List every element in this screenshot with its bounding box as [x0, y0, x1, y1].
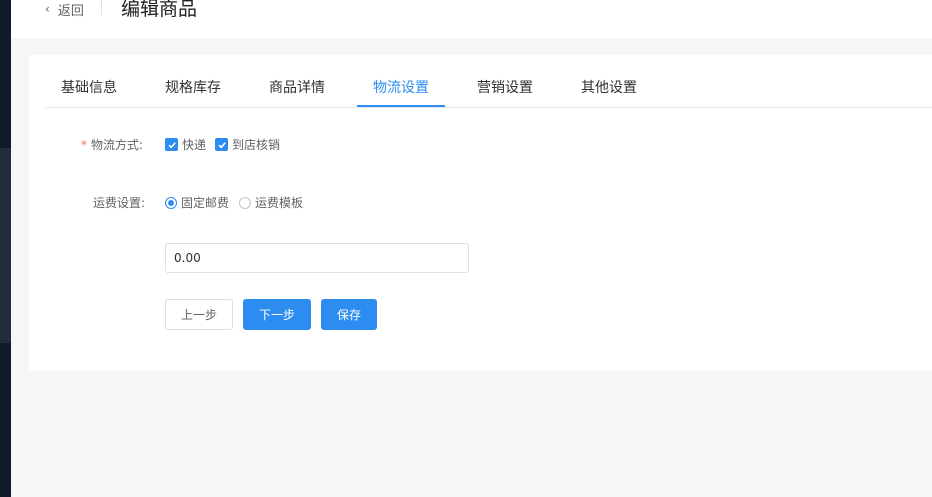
checkbox-express-label: 快递	[182, 138, 207, 152]
next-step-button[interactable]: 下一步	[243, 299, 311, 330]
required-mark: *	[81, 138, 87, 152]
checkbox-express[interactable]: 快递	[165, 136, 206, 153]
tab-marketing[interactable]: 营销设置	[461, 77, 549, 106]
page-title: 编辑商品	[121, 0, 198, 20]
tab-basic-info[interactable]: 基础信息	[45, 77, 133, 106]
tab-spec-stock[interactable]: 规格库存	[149, 77, 237, 106]
freight-label: 运费设置:	[93, 196, 146, 210]
radio-freight-template[interactable]: 运费模板	[239, 194, 303, 211]
chevron-left-icon: ‹	[45, 2, 50, 16]
tab-bar: 基础信息 规格库存 商品详情 物流设置 营销设置 其他设置	[45, 77, 932, 108]
radio-selected-icon	[165, 196, 177, 209]
prev-step-button[interactable]: 上一步	[165, 299, 233, 330]
checkbox-checked-icon	[215, 138, 228, 151]
tab-other[interactable]: 其他设置	[565, 77, 653, 106]
shipping-method-label: * 物流方式:	[81, 136, 143, 153]
radio-freight-template-label: 运费模板	[255, 196, 304, 210]
active-tab-indicator	[357, 105, 445, 107]
tab-logistics[interactable]: 物流设置	[357, 77, 445, 106]
shipping-method-label-text: 物流方式:	[91, 138, 144, 152]
freight-amount-input[interactable]	[165, 243, 469, 273]
radio-fixed-postage[interactable]: 固定邮费	[165, 194, 229, 211]
page-header: ‹ 返回 编辑商品	[11, 0, 932, 38]
checkbox-store-pickup-label: 到店核销	[232, 138, 281, 152]
edit-product-card: 基础信息 规格库存 商品详情 物流设置 营销设置 其他设置 * 物流方式: 快递 …	[29, 55, 932, 371]
tab-product-detail[interactable]: 商品详情	[253, 77, 341, 106]
sidebar-edge-highlight	[0, 148, 11, 343]
header-divider	[101, 0, 102, 15]
sidebar-edge	[0, 0, 11, 497]
radio-fixed-postage-label: 固定邮费	[181, 196, 230, 210]
checkbox-checked-icon	[165, 138, 178, 151]
save-button[interactable]: 保存	[321, 299, 377, 330]
radio-unselected-icon	[239, 196, 251, 209]
checkbox-store-pickup[interactable]: 到店核销	[215, 136, 280, 153]
back-link-label: 返回	[57, 3, 84, 19]
back-link[interactable]: ‹ 返回	[45, 0, 84, 19]
